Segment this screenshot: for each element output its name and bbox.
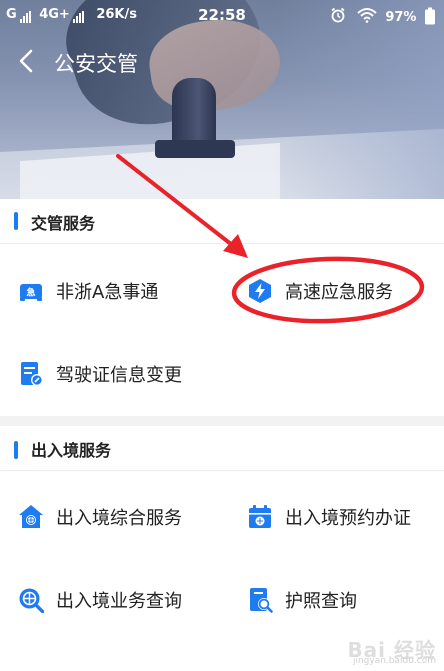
section-title: 出入境服务: [31, 441, 112, 460]
alarm-icon: [331, 7, 345, 23]
service-item-non-zhejiang-emergency[interactable]: 急 非浙A急事通: [18, 271, 158, 311]
globe-house-icon: [19, 505, 43, 528]
service-item-entry-exit-general[interactable]: 出入境综合服务: [18, 497, 182, 537]
service-item-label: 出入境预约办证: [285, 508, 411, 529]
service-item-entry-exit-appointment[interactable]: 出入境预约办证: [247, 497, 411, 537]
service-item-label: 出入境综合服务: [56, 508, 182, 529]
calendar-icon: [249, 505, 271, 528]
section-header: 交管服务: [0, 199, 444, 244]
watermark: Bai 经验 jingyan.baidu.com: [347, 638, 436, 667]
document-edit-icon: [21, 362, 43, 386]
globe-search-icon: [19, 588, 44, 613]
battery-icon: [425, 7, 435, 25]
service-item-license-info-change[interactable]: 驾驶证信息变更: [18, 354, 182, 394]
watermark-logo: Bai 经验: [347, 638, 436, 662]
status-bar: G 4G+ 26K/s 22:58 97%: [0, 0, 444, 30]
back-arrow-icon[interactable]: [14, 48, 40, 74]
battery-label: 97%: [385, 10, 417, 25]
section-accent-bar: [14, 441, 18, 459]
entry-exit-services-section: 出入境服务 出入境综合服务 出入境预约办证 出入境业务查询 护照查询 Bai 经…: [0, 426, 444, 671]
traffic-services-section: 交管服务 急 非浙A急事通 高速应急服务 驾驶证信息变更: [0, 199, 444, 416]
section-title: 交管服务: [31, 214, 96, 233]
page-title: 公安交管: [54, 52, 138, 76]
car-icon: 急: [20, 284, 42, 301]
lightning-shield-icon: [249, 279, 271, 303]
wifi-icon: [357, 8, 377, 23]
service-item-passport-query[interactable]: 护照查询: [247, 580, 357, 620]
service-item-label: 出入境业务查询: [56, 591, 182, 612]
service-item-highway-emergency[interactable]: 高速应急服务: [247, 271, 393, 311]
svg-text:急: 急: [26, 287, 35, 299]
header-banner: [0, 0, 444, 200]
passport-search-icon: [250, 588, 273, 613]
service-item-label: 驾驶证信息变更: [56, 365, 182, 386]
service-item-entry-exit-query[interactable]: 出入境业务查询: [18, 580, 182, 620]
service-item-label: 护照查询: [285, 591, 357, 612]
section-header: 出入境服务: [0, 426, 444, 471]
watermark-url: jingyan.baidu.com: [352, 656, 436, 666]
service-item-label: 非浙A急事通: [56, 282, 159, 303]
service-item-label: 高速应急服务: [285, 282, 393, 303]
nav-bar: 公安交管: [0, 40, 444, 84]
section-accent-bar: [14, 212, 18, 230]
